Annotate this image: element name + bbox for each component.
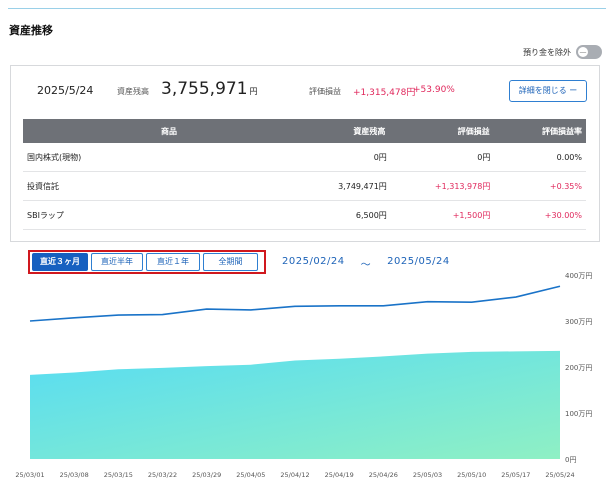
y-tick-label: 300万円 (565, 318, 592, 326)
asset-chart: 0円 100万円 200万円 300万円 400万円 25/03/01 25/03/08 25… (15, 272, 592, 479)
x-tick-label: 25/05/24 (545, 471, 574, 479)
balance-value: 3,755,971 円 (161, 79, 258, 99)
balance-unit: 円 (249, 87, 258, 96)
y-tick-label: 200万円 (565, 364, 592, 372)
row-rate: +30.00% (544, 210, 582, 220)
x-tick-label: 25/03/15 (104, 471, 133, 479)
row-pl: 0円 (477, 152, 491, 162)
x-tick-label: 25/04/26 (369, 471, 398, 479)
y-tick-label: 0円 (565, 456, 576, 464)
x-tick-label: 25/03/08 (60, 471, 89, 479)
summary-row: 2025/5/24 資産残高 3,755,971 円 評価損益 +1,315,47… (11, 66, 599, 114)
deposit-area (30, 350, 560, 459)
pl-label: 評価損益 (309, 87, 341, 96)
toggle-knob: — (578, 47, 588, 57)
row-pl: +1,313,978円 (434, 181, 491, 191)
row-name: 国内株式(現物) (27, 152, 82, 162)
x-tick-label: 25/04/19 (325, 471, 354, 479)
row-name: 投資信託 (27, 181, 59, 191)
row-pl: +1,500円 (452, 210, 491, 220)
holdings-table: 商品 資産残高 評価損益 評価損益率 国内株式(現物) 0円 0円 0.00% … (23, 119, 586, 230)
exclude-deposit-toggle-group: 預り金を除外 — (523, 45, 602, 59)
exclude-deposit-toggle[interactable]: — (576, 45, 602, 59)
pl-value: +1,315,478円 (353, 88, 416, 98)
row-rate: 0.00% (556, 152, 582, 162)
section-title: 資産推移 (9, 24, 53, 37)
y-tick-label: 100万円 (565, 410, 592, 418)
x-tick-label: 25/05/10 (457, 471, 486, 479)
x-tick-label: 25/03/01 (15, 471, 44, 479)
table-row: 投資信託 3,749,471円 +1,313,978円 +0.35% (23, 172, 586, 201)
table-row: 国内株式(現物) 0円 0円 0.00% (23, 143, 586, 172)
row-rate: +0.35% (549, 181, 582, 191)
x-tick-label: 25/05/03 (413, 471, 442, 479)
header-name: 商品 (160, 126, 177, 136)
header-balance: 資産残高 (353, 126, 386, 136)
balance-label: 資産残高 (117, 87, 149, 96)
asset-summary-card: 2025/5/24 資産残高 3,755,971 円 評価損益 +1,315,47… (10, 65, 600, 242)
row-name: SBIラップ (27, 210, 64, 220)
x-tick-label: 25/03/22 (148, 471, 177, 479)
close-details-button[interactable]: 詳細を閉じる ー (509, 80, 587, 102)
row-balance: 6,500円 (355, 210, 387, 220)
row-balance: 3,749,471円 (338, 181, 387, 191)
x-tick-label: 25/03/29 (192, 471, 221, 479)
header-pl: 評価損益 (457, 126, 490, 136)
summary-date: 2025/5/24 (37, 84, 94, 97)
x-tick-label: 25/04/12 (280, 471, 309, 479)
table-row: SBIラップ 6,500円 +1,500円 +30.00% (23, 201, 586, 230)
toggle-label: 預り金を除外 (523, 47, 571, 57)
top-divider (8, 8, 606, 9)
y-tick-label: 400万円 (565, 272, 592, 280)
x-tick-label: 25/05/17 (501, 471, 530, 479)
table-header: 商品 資産残高 評価損益 評価損益率 (23, 119, 586, 143)
balance-amount: 3,755,971 (161, 79, 248, 99)
row-balance: 0円 (373, 152, 387, 162)
x-tick-label: 25/04/05 (236, 471, 265, 479)
pl-rate: +53.90% (413, 85, 455, 95)
asset-line (29, 285, 561, 322)
header-rate: 評価損益率 (542, 126, 582, 136)
